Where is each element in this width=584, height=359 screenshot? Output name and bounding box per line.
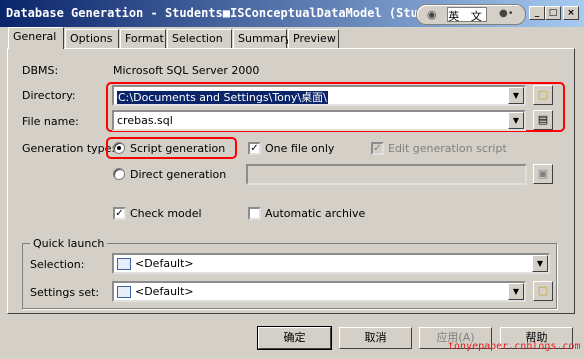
watermark: tonyepaper.cnblogs.com: [448, 341, 581, 352]
automatic-archive-checkbox[interactable]: [248, 207, 261, 220]
automatic-archive-label[interactable]: Automatic archive: [265, 207, 365, 220]
ime-options-icon[interactable]: ●•: [499, 8, 514, 19]
selection-label: Selection:: [30, 258, 85, 271]
minimize-button[interactable]: _: [529, 6, 545, 20]
title-bar[interactable]: Database Generation - Students■ISConcept…: [0, 0, 584, 27]
tab-selection[interactable]: Selection: [167, 29, 232, 48]
cancel-button[interactable]: 取消: [339, 327, 412, 349]
settings-set-value[interactable]: <Default>: [135, 285, 194, 298]
tab-options[interactable]: Options: [65, 29, 119, 48]
selection-value[interactable]: <Default>: [135, 257, 194, 270]
datasource-field[interactable]: [246, 164, 527, 185]
window-title: Database Generation - Students■ISConcept…: [6, 6, 426, 20]
folder-icon: ▢: [537, 88, 549, 101]
directory-value[interactable]: C:\Documents and Settings\Tony\桌面\: [117, 91, 328, 104]
file-icon: ▤: [537, 113, 549, 126]
directory-label: Directory:: [22, 89, 76, 102]
one-file-only-checkbox[interactable]: ✓: [248, 142, 261, 155]
settings-set-combo[interactable]: <Default> ▼: [112, 281, 526, 302]
browse-folder-button[interactable]: ▢: [533, 85, 553, 105]
direct-generation-radio[interactable]: [113, 168, 125, 180]
connect-icon: ▣: [537, 167, 549, 180]
filename-label: File name:: [22, 115, 79, 128]
tab-format[interactable]: Format: [120, 29, 166, 48]
dbms-value: Microsoft SQL Server 2000: [113, 64, 260, 77]
check-model-label[interactable]: Check model: [130, 207, 202, 220]
chevron-down-icon[interactable]: ▼: [532, 255, 548, 272]
chevron-down-icon[interactable]: ▼: [508, 87, 524, 104]
tab-preview[interactable]: Preview: [288, 29, 339, 48]
ime-language[interactable]: 英 文: [447, 7, 487, 23]
generation-type-label: Generation type:: [22, 142, 116, 155]
browse-file-button[interactable]: ▤: [533, 110, 553, 130]
direct-generation-label[interactable]: Direct generation: [130, 168, 226, 181]
tab-general[interactable]: General: [8, 27, 64, 49]
settings-set-label: Settings set:: [30, 286, 100, 299]
selection-combo[interactable]: <Default> ▼: [112, 253, 550, 274]
maximize-button[interactable]: □: [545, 6, 561, 20]
datasource-button[interactable]: ▣: [533, 164, 553, 184]
check-model-checkbox[interactable]: ✓: [113, 207, 126, 220]
one-file-only-label[interactable]: One file only: [265, 142, 334, 155]
settings-icon: [117, 286, 131, 298]
folder-icon: ▢: [537, 284, 549, 297]
edit-script-label[interactable]: Edit generation script: [388, 142, 507, 155]
selection-icon: [117, 258, 131, 270]
filename-value[interactable]: crebas.sql: [117, 114, 173, 127]
directory-combo[interactable]: C:\Documents and Settings\Tony\桌面\ ▼: [112, 85, 526, 106]
ime-icon[interactable]: ◉: [427, 8, 437, 21]
edit-script-checkbox[interactable]: ✓: [371, 142, 384, 155]
quick-launch-title: Quick launch: [30, 237, 108, 250]
script-generation-radio[interactable]: [113, 142, 125, 154]
ok-button[interactable]: 确定: [257, 326, 332, 350]
ime-toolbar[interactable]: ◉ 英 文 ●•: [416, 4, 526, 25]
close-button[interactable]: ×: [563, 6, 579, 20]
browse-settings-button[interactable]: ▢: [533, 281, 553, 301]
chevron-down-icon[interactable]: ▼: [508, 112, 524, 129]
dbms-label: DBMS:: [22, 64, 59, 77]
script-generation-label[interactable]: Script generation: [130, 142, 225, 155]
filename-combo[interactable]: crebas.sql ▼: [112, 110, 526, 131]
tab-summary[interactable]: Summary: [233, 29, 291, 48]
chevron-down-icon[interactable]: ▼: [508, 283, 524, 300]
